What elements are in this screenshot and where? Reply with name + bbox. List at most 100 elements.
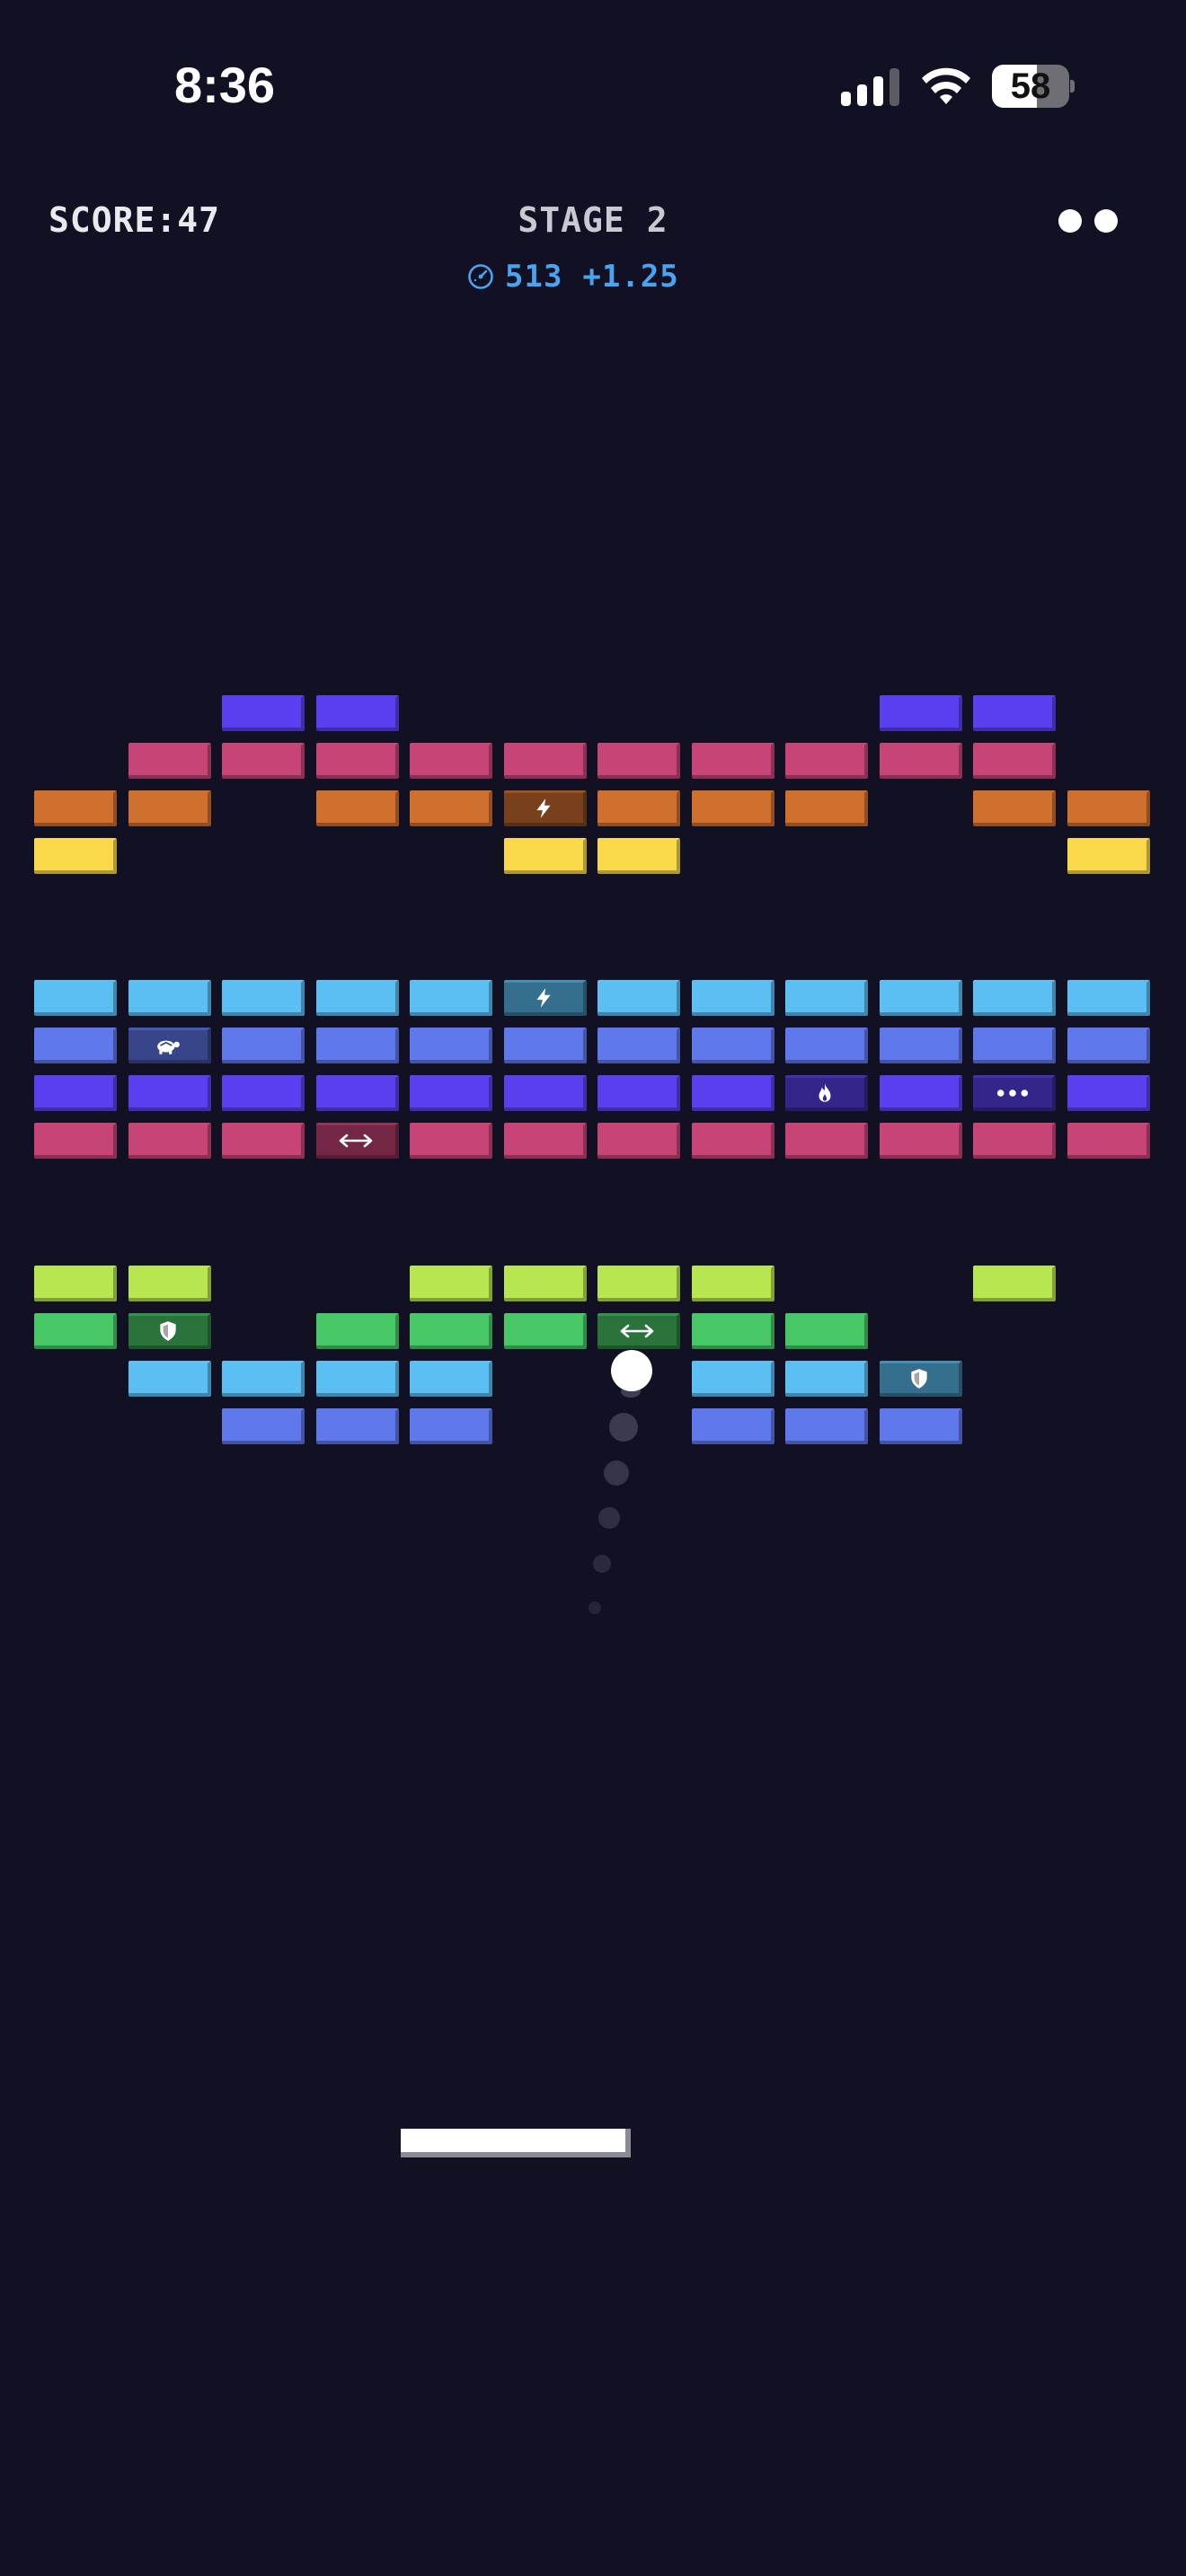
brick-lime bbox=[692, 1266, 774, 1301]
brick-orange bbox=[597, 790, 680, 826]
brick-cyan bbox=[785, 980, 868, 1016]
brick-pink bbox=[785, 743, 868, 779]
brick-violet bbox=[504, 1075, 587, 1111]
brick-green bbox=[504, 1313, 587, 1349]
wifi-icon bbox=[918, 63, 974, 108]
battery-icon: 58 bbox=[992, 65, 1075, 108]
brick-blue bbox=[880, 1028, 962, 1063]
life-dot bbox=[1094, 209, 1118, 233]
brick-cyan bbox=[316, 980, 399, 1016]
brick-pink bbox=[128, 743, 211, 779]
brick-green bbox=[692, 1313, 774, 1349]
life-dot bbox=[1058, 209, 1082, 233]
brick-pink bbox=[880, 1123, 962, 1159]
brick-pink bbox=[222, 743, 305, 779]
brick-green bbox=[34, 1313, 117, 1349]
powerup-brick-expand bbox=[597, 1313, 680, 1349]
brick-blue bbox=[222, 1028, 305, 1063]
ball bbox=[611, 1350, 652, 1391]
brick-cyan bbox=[316, 1361, 399, 1397]
speedometer-icon bbox=[468, 264, 493, 289]
brick-blue bbox=[504, 1028, 587, 1063]
brick-blue bbox=[316, 1028, 399, 1063]
ball-trail bbox=[598, 1507, 620, 1529]
brick-blue bbox=[1067, 1028, 1150, 1063]
stage-indicator: STAGE 2 bbox=[518, 200, 668, 240]
brick-cyan bbox=[222, 980, 305, 1016]
brick-blue bbox=[597, 1028, 680, 1063]
brick-violet bbox=[973, 695, 1056, 731]
brick-pink bbox=[973, 743, 1056, 779]
brick-orange bbox=[785, 790, 868, 826]
brick-pink bbox=[785, 1123, 868, 1159]
brick-blue bbox=[692, 1408, 774, 1444]
shield-icon bbox=[907, 1367, 931, 1390]
brick-lime bbox=[973, 1266, 1056, 1301]
flame-icon bbox=[813, 1081, 836, 1105]
brick-yellow bbox=[1067, 838, 1150, 874]
brick-pink bbox=[128, 1123, 211, 1159]
brick-yellow bbox=[504, 838, 587, 874]
brick-orange bbox=[34, 790, 117, 826]
brick-lime bbox=[504, 1266, 587, 1301]
ball-trail bbox=[609, 1413, 638, 1442]
battery-level: 58 bbox=[1010, 66, 1051, 106]
brick-violet bbox=[880, 1075, 962, 1111]
brick-violet bbox=[1067, 1075, 1150, 1111]
brick-violet bbox=[316, 695, 399, 731]
multiball-icon bbox=[996, 1088, 1030, 1098]
brick-blue bbox=[316, 1408, 399, 1444]
ball-trail bbox=[593, 1555, 611, 1573]
brick-violet bbox=[597, 1075, 680, 1111]
lives-indicator bbox=[1058, 209, 1118, 233]
brick-green bbox=[785, 1313, 868, 1349]
brick-violet bbox=[316, 1075, 399, 1111]
brick-blue bbox=[410, 1028, 492, 1063]
brick-pink bbox=[34, 1123, 117, 1159]
brick-blue bbox=[785, 1408, 868, 1444]
brick-cyan bbox=[410, 1361, 492, 1397]
brick-blue bbox=[692, 1028, 774, 1063]
paddle[interactable] bbox=[401, 2129, 631, 2157]
brick-pink bbox=[597, 1123, 680, 1159]
brick-violet bbox=[692, 1075, 774, 1111]
powerup-brick-flame bbox=[785, 1075, 868, 1111]
brick-pink bbox=[504, 1123, 587, 1159]
brick-cyan bbox=[785, 1361, 868, 1397]
brick-cyan bbox=[128, 980, 211, 1016]
brick-green bbox=[410, 1313, 492, 1349]
brick-pink bbox=[880, 743, 962, 779]
expand-paddle-icon bbox=[619, 1322, 655, 1340]
brick-violet bbox=[34, 1075, 117, 1111]
brick-pink bbox=[316, 743, 399, 779]
expand-paddle-icon bbox=[338, 1132, 374, 1150]
ball-trail bbox=[589, 1601, 601, 1614]
brick-violet bbox=[880, 695, 962, 731]
brick-pink bbox=[410, 743, 492, 779]
brick-yellow bbox=[34, 838, 117, 874]
brick-cyan bbox=[410, 980, 492, 1016]
status-time: 8:36 bbox=[173, 57, 276, 113]
brick-cyan bbox=[34, 980, 117, 1016]
brick-violet bbox=[128, 1075, 211, 1111]
brick-pink bbox=[692, 1123, 774, 1159]
brick-lime bbox=[410, 1266, 492, 1301]
brick-orange bbox=[1067, 790, 1150, 826]
turtle-icon bbox=[155, 1034, 181, 1057]
shield-icon bbox=[156, 1319, 180, 1343]
brick-violet bbox=[222, 695, 305, 731]
brick-orange bbox=[973, 790, 1056, 826]
brick-blue bbox=[410, 1408, 492, 1444]
score-display: SCORE:47 bbox=[49, 200, 221, 240]
brick-orange bbox=[692, 790, 774, 826]
brick-blue bbox=[785, 1028, 868, 1063]
powerup-brick-lightning bbox=[504, 980, 587, 1016]
brick-blue bbox=[34, 1028, 117, 1063]
speed-multiplier: +1.25 bbox=[582, 259, 679, 295]
brick-lime bbox=[128, 1266, 211, 1301]
ball-trail bbox=[604, 1460, 629, 1486]
brick-pink bbox=[692, 743, 774, 779]
brick-cyan bbox=[597, 980, 680, 1016]
lightning-icon bbox=[532, 797, 555, 820]
brick-blue bbox=[880, 1408, 962, 1444]
